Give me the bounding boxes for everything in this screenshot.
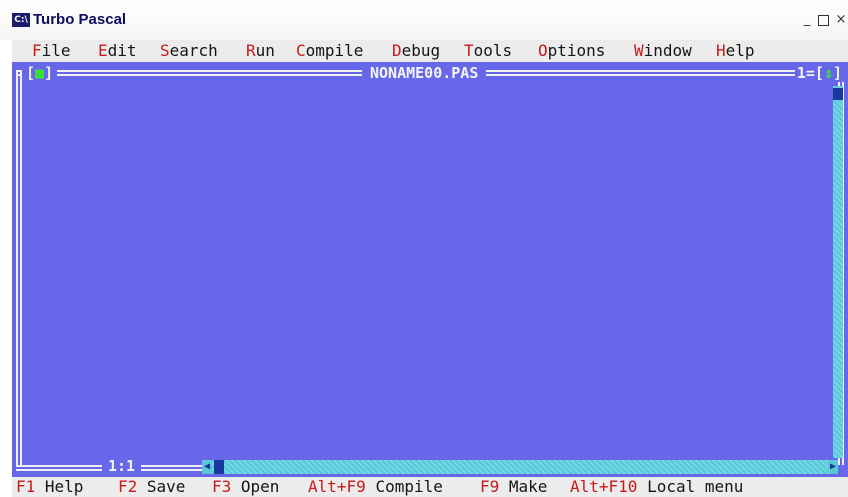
menu-run[interactable]: Run bbox=[246, 40, 275, 62]
menu-edit[interactable]: Edit bbox=[98, 40, 137, 62]
window-close-box[interactable]: [■] bbox=[22, 64, 58, 82]
menu-file[interactable]: File bbox=[32, 40, 71, 62]
window-number: 1 bbox=[796, 64, 806, 82]
menu-label: ptions bbox=[547, 41, 606, 60]
vertical-scrollbar[interactable] bbox=[833, 86, 843, 458]
menu-label: dit bbox=[107, 41, 137, 60]
status-label: Compile bbox=[375, 477, 443, 496]
bracket-left: [ bbox=[26, 64, 36, 82]
status-save[interactable]: F2 Save bbox=[118, 477, 185, 497]
status-bar: F1 Help F2 Save F3 Open Alt+F9 Compile F… bbox=[12, 477, 848, 497]
menu-label: un bbox=[255, 41, 275, 60]
status-key: F2 bbox=[118, 477, 138, 496]
scroll-left-arrow-icon[interactable]: ◀ bbox=[202, 460, 212, 474]
close-button[interactable]: × bbox=[834, 12, 848, 28]
menu-label: ebug bbox=[401, 41, 441, 60]
window-title-bar[interactable]: C:\ Turbo Pascal _ × bbox=[0, 0, 848, 40]
menu-window[interactable]: Window bbox=[634, 40, 692, 62]
status-key: F3 bbox=[212, 477, 232, 496]
menu-label: indow bbox=[643, 41, 692, 60]
window-number-zoom[interactable]: 1=[↕] bbox=[794, 64, 844, 82]
bracket-right: ] bbox=[44, 64, 54, 82]
status-label: Help bbox=[44, 477, 84, 496]
maximize-icon bbox=[817, 15, 829, 26]
menu-hotkey: D bbox=[392, 41, 402, 60]
console-area: File Edit Search Run Compile Debug Tools… bbox=[12, 40, 848, 497]
menu-hotkey: T bbox=[464, 41, 474, 60]
status-key: Alt+F10 bbox=[570, 477, 638, 496]
menu-label: ompile bbox=[305, 41, 364, 60]
horizontal-scroll-thumb[interactable] bbox=[214, 460, 224, 474]
status-key: F1 bbox=[16, 477, 36, 496]
editor-window[interactable]: [■] NONAME00.PAS 1=[↕] 1:1 ◀ ▶ bbox=[12, 62, 848, 475]
menu-search[interactable]: Search bbox=[160, 40, 218, 62]
status-label: Local menu bbox=[647, 477, 744, 496]
scroll-right-arrow-icon[interactable]: ▶ bbox=[828, 460, 838, 474]
cursor-position: 1:1 bbox=[102, 457, 142, 475]
menu-hotkey: W bbox=[634, 41, 644, 60]
menu-hotkey: E bbox=[98, 41, 108, 60]
menu-bar: File Edit Search Run Compile Debug Tools… bbox=[12, 40, 848, 62]
menu-label: ile bbox=[41, 41, 71, 60]
status-local-menu[interactable]: Alt+F10 Local menu bbox=[570, 477, 743, 497]
close-box-icon: ■ bbox=[35, 64, 45, 82]
maximize-button[interactable] bbox=[816, 12, 830, 28]
menu-hotkey: F bbox=[32, 41, 42, 60]
status-open[interactable]: F3 Open bbox=[212, 477, 279, 497]
menu-help[interactable]: Help bbox=[716, 40, 755, 62]
minimize-button[interactable]: _ bbox=[800, 12, 814, 28]
vertical-scroll-thumb[interactable] bbox=[833, 88, 843, 100]
status-label: Open bbox=[240, 477, 280, 496]
menu-debug[interactable]: Debug bbox=[392, 40, 440, 62]
status-compile[interactable]: Alt+F9 Compile bbox=[308, 477, 443, 497]
menu-hotkey: S bbox=[160, 41, 170, 60]
status-help[interactable]: F1 Help bbox=[16, 477, 83, 497]
menu-hotkey: O bbox=[538, 41, 548, 60]
editor-file-name: NONAME00.PAS bbox=[362, 64, 487, 82]
horizontal-scrollbar[interactable]: ◀ ▶ bbox=[202, 460, 838, 474]
menu-label: earch bbox=[169, 41, 218, 60]
menu-hotkey: H bbox=[716, 41, 726, 60]
menu-compile[interactable]: Compile bbox=[296, 40, 363, 62]
status-label: Save bbox=[146, 477, 186, 496]
menu-hotkey: C bbox=[296, 41, 306, 60]
status-key: F9 bbox=[480, 477, 500, 496]
menu-hotkey: R bbox=[246, 41, 256, 60]
menu-options[interactable]: Options bbox=[538, 40, 605, 62]
menu-tools[interactable]: Tools bbox=[464, 40, 512, 62]
menu-label: elp bbox=[725, 41, 755, 60]
console-app-icon[interactable]: C:\ bbox=[12, 13, 30, 27]
status-make[interactable]: F9 Make bbox=[480, 477, 547, 497]
status-label: Make bbox=[508, 477, 548, 496]
menu-label: ools bbox=[473, 41, 513, 60]
zoom-icon[interactable]: ↕ bbox=[824, 64, 833, 82]
status-key: Alt+F9 bbox=[308, 477, 366, 496]
frame-left-border bbox=[16, 70, 22, 465]
window-title: Turbo Pascal bbox=[33, 11, 127, 28]
